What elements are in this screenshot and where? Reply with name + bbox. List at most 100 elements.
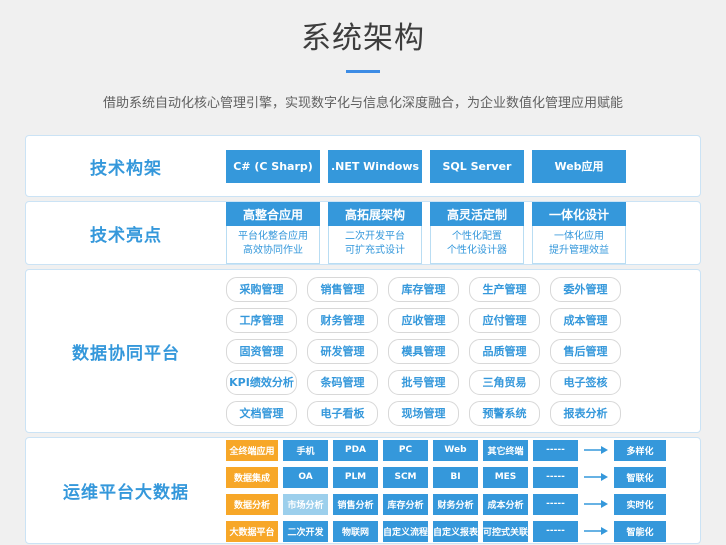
- highlight-card-body: 个性化配置 个性化设计器: [430, 226, 524, 264]
- module-grid-row: 工序管理 财务管理 应收管理 应付管理 成本管理: [226, 308, 621, 333]
- ops-row-terminals: 全终端应用 手机 PDA PC Web 其它终端 ----- 多样化: [226, 440, 666, 461]
- ops-node: PC: [383, 440, 428, 461]
- highlight-card-line: 平台化整合应用: [227, 230, 319, 244]
- panel-tech-stack-label: 技术构架: [26, 136, 226, 196]
- ops-row-integration: 数据集成 OA PLM SCM BI MES ----- 智联化: [226, 467, 666, 488]
- module-button[interactable]: 预警系统: [469, 401, 540, 426]
- module-button[interactable]: 应付管理: [469, 308, 540, 333]
- module-button[interactable]: 生产管理: [469, 277, 540, 302]
- ops-node-ellipsis: -----: [533, 467, 578, 488]
- ops-node: 二次开发: [283, 521, 328, 542]
- system-architecture-section: 系统架构 借助系统自动化核心管理引擎，实现数字化与信息化深度融合，为企业数值化管…: [0, 0, 726, 544]
- module-button[interactable]: 应收管理: [388, 308, 459, 333]
- module-button[interactable]: 三角贸易: [469, 370, 540, 395]
- highlight-card-line: 可扩充式设计: [329, 244, 421, 258]
- panel-ops-platform: 运维平台大数据 全终端应用 手机 PDA PC Web 其它终端 ----- 多…: [25, 437, 701, 544]
- section-header: 系统架构 借助系统自动化核心管理引擎，实现数字化与信息化深度融合，为企业数值化管…: [0, 0, 726, 111]
- ops-node: 自定义流程: [383, 521, 428, 542]
- highlight-card-title: 高整合应用: [226, 202, 320, 226]
- module-button[interactable]: 条码管理: [307, 370, 378, 395]
- module-button[interactable]: 委外管理: [550, 277, 621, 302]
- ops-node: 其它终端: [483, 440, 528, 461]
- ops-node-ellipsis: -----: [533, 494, 578, 515]
- module-button[interactable]: 工序管理: [226, 308, 297, 333]
- highlight-card-line: 提升管理效益: [533, 244, 625, 258]
- ops-node: MES: [483, 467, 528, 488]
- module-button[interactable]: 财务管理: [307, 308, 378, 333]
- ops-flow-diagram: 全终端应用 手机 PDA PC Web 其它终端 ----- 多样化 数据集成 …: [226, 438, 700, 543]
- ops-node: 库存分析: [383, 494, 428, 515]
- module-button[interactable]: 电子签核: [550, 370, 621, 395]
- ops-category-chip: 大数据平台: [226, 521, 278, 542]
- highlight-card-body: 二次开发平台 可扩充式设计: [328, 226, 422, 264]
- ops-node: SCM: [383, 467, 428, 488]
- panels-container: 技术构架 C# (C Sharp) .NET Windows SQL Serve…: [25, 135, 701, 544]
- ops-node: 物联网: [333, 521, 378, 542]
- module-grid: 采购管理 销售管理 库存管理 生产管理 委外管理 工序管理 财务管理 应收管理 …: [226, 270, 700, 432]
- panel-highlights: 技术亮点 高整合应用 平台化整合应用 高效协同作业 高拓展架构 二次开发平台 可…: [25, 201, 701, 265]
- highlight-card-line: 一体化应用: [533, 230, 625, 244]
- module-button[interactable]: 文档管理: [226, 401, 297, 426]
- module-button[interactable]: 成本管理: [550, 308, 621, 333]
- page-subtitle: 借助系统自动化核心管理引擎，实现数字化与信息化深度融合，为企业数值化管理应用赋能: [0, 92, 726, 111]
- title-underline: [346, 70, 380, 73]
- module-button[interactable]: 品质管理: [469, 339, 540, 364]
- highlight-card-line: 个性化配置: [431, 230, 523, 244]
- tech-stack-buttons: C# (C Sharp) .NET Windows SQL Server Web…: [226, 136, 700, 196]
- highlight-card-title: 高灵活定制: [430, 202, 524, 226]
- module-button[interactable]: 模具管理: [388, 339, 459, 364]
- module-button[interactable]: 销售管理: [307, 277, 378, 302]
- highlight-cards: 高整合应用 平台化整合应用 高效协同作业 高拓展架构 二次开发平台 可扩充式设计…: [226, 202, 700, 264]
- module-button[interactable]: 报表分析: [550, 401, 621, 426]
- tech-stack-button-csharp[interactable]: C# (C Sharp): [226, 150, 320, 183]
- module-grid-row: KPI绩效分析 条码管理 批号管理 三角贸易 电子签核: [226, 370, 621, 395]
- module-button[interactable]: KPI绩效分析: [226, 370, 297, 395]
- panel-data-platform: 数据协同平台 采购管理 销售管理 库存管理 生产管理 委外管理 工序管理 财务管…: [25, 269, 701, 433]
- ops-node-ellipsis: -----: [533, 440, 578, 461]
- ops-result-chip: 智能化: [614, 521, 666, 542]
- highlight-card-body: 一体化应用 提升管理效益: [532, 226, 626, 264]
- ops-row-analysis: 数据分析 市场分析 销售分析 库存分析 财务分析 成本分析 ----- 实时化: [226, 494, 666, 515]
- highlight-card-title: 高拓展架构: [328, 202, 422, 226]
- module-button[interactable]: 库存管理: [388, 277, 459, 302]
- highlight-card-integration: 高整合应用 平台化整合应用 高效协同作业: [226, 202, 320, 264]
- ops-node: Web: [433, 440, 478, 461]
- module-grid-row: 采购管理 销售管理 库存管理 生产管理 委外管理: [226, 277, 621, 302]
- module-button[interactable]: 现场管理: [388, 401, 459, 426]
- ops-node: 市场分析: [283, 494, 328, 515]
- ops-category-chip: 数据分析: [226, 494, 278, 515]
- arrow-right-icon: [584, 526, 608, 536]
- ops-node: 手机: [283, 440, 328, 461]
- ops-node: 可控式关联: [483, 521, 528, 542]
- tech-stack-button-webapp[interactable]: Web应用: [532, 150, 626, 183]
- ops-node: OA: [283, 467, 328, 488]
- panel-data-platform-label: 数据协同平台: [26, 270, 226, 432]
- tech-stack-button-sqlserver[interactable]: SQL Server: [430, 150, 524, 183]
- module-button[interactable]: 售后管理: [550, 339, 621, 364]
- tech-stack-button-dotnet[interactable]: .NET Windows: [328, 150, 422, 183]
- module-button[interactable]: 电子看板: [307, 401, 378, 426]
- ops-node: BI: [433, 467, 478, 488]
- arrow-right-icon: [584, 499, 608, 509]
- module-grid-row: 固资管理 研发管理 模具管理 品质管理 售后管理: [226, 339, 621, 364]
- ops-node: PDA: [333, 440, 378, 461]
- panel-highlights-label: 技术亮点: [26, 202, 226, 264]
- ops-result-chip: 多样化: [614, 440, 666, 461]
- ops-row-bigdata: 大数据平台 二次开发 物联网 自定义流程 自定义报表 可控式关联 ----- 智…: [226, 521, 666, 542]
- panel-ops-platform-label: 运维平台大数据: [26, 438, 226, 543]
- module-button[interactable]: 采购管理: [226, 277, 297, 302]
- arrow-right-icon: [584, 445, 608, 455]
- ops-result-chip: 实时化: [614, 494, 666, 515]
- highlight-card-flexibility: 高灵活定制 个性化配置 个性化设计器: [430, 202, 524, 264]
- ops-category-chip: 数据集成: [226, 467, 278, 488]
- module-button[interactable]: 固资管理: [226, 339, 297, 364]
- ops-category-chip: 全终端应用: [226, 440, 278, 461]
- highlight-card-unified: 一体化设计 一体化应用 提升管理效益: [532, 202, 626, 264]
- highlight-card-title: 一体化设计: [532, 202, 626, 226]
- module-button[interactable]: 批号管理: [388, 370, 459, 395]
- arrow-right-icon: [584, 472, 608, 482]
- highlight-card-body: 平台化整合应用 高效协同作业: [226, 226, 320, 264]
- ops-result-chip: 智联化: [614, 467, 666, 488]
- ops-node: 销售分析: [333, 494, 378, 515]
- module-button[interactable]: 研发管理: [307, 339, 378, 364]
